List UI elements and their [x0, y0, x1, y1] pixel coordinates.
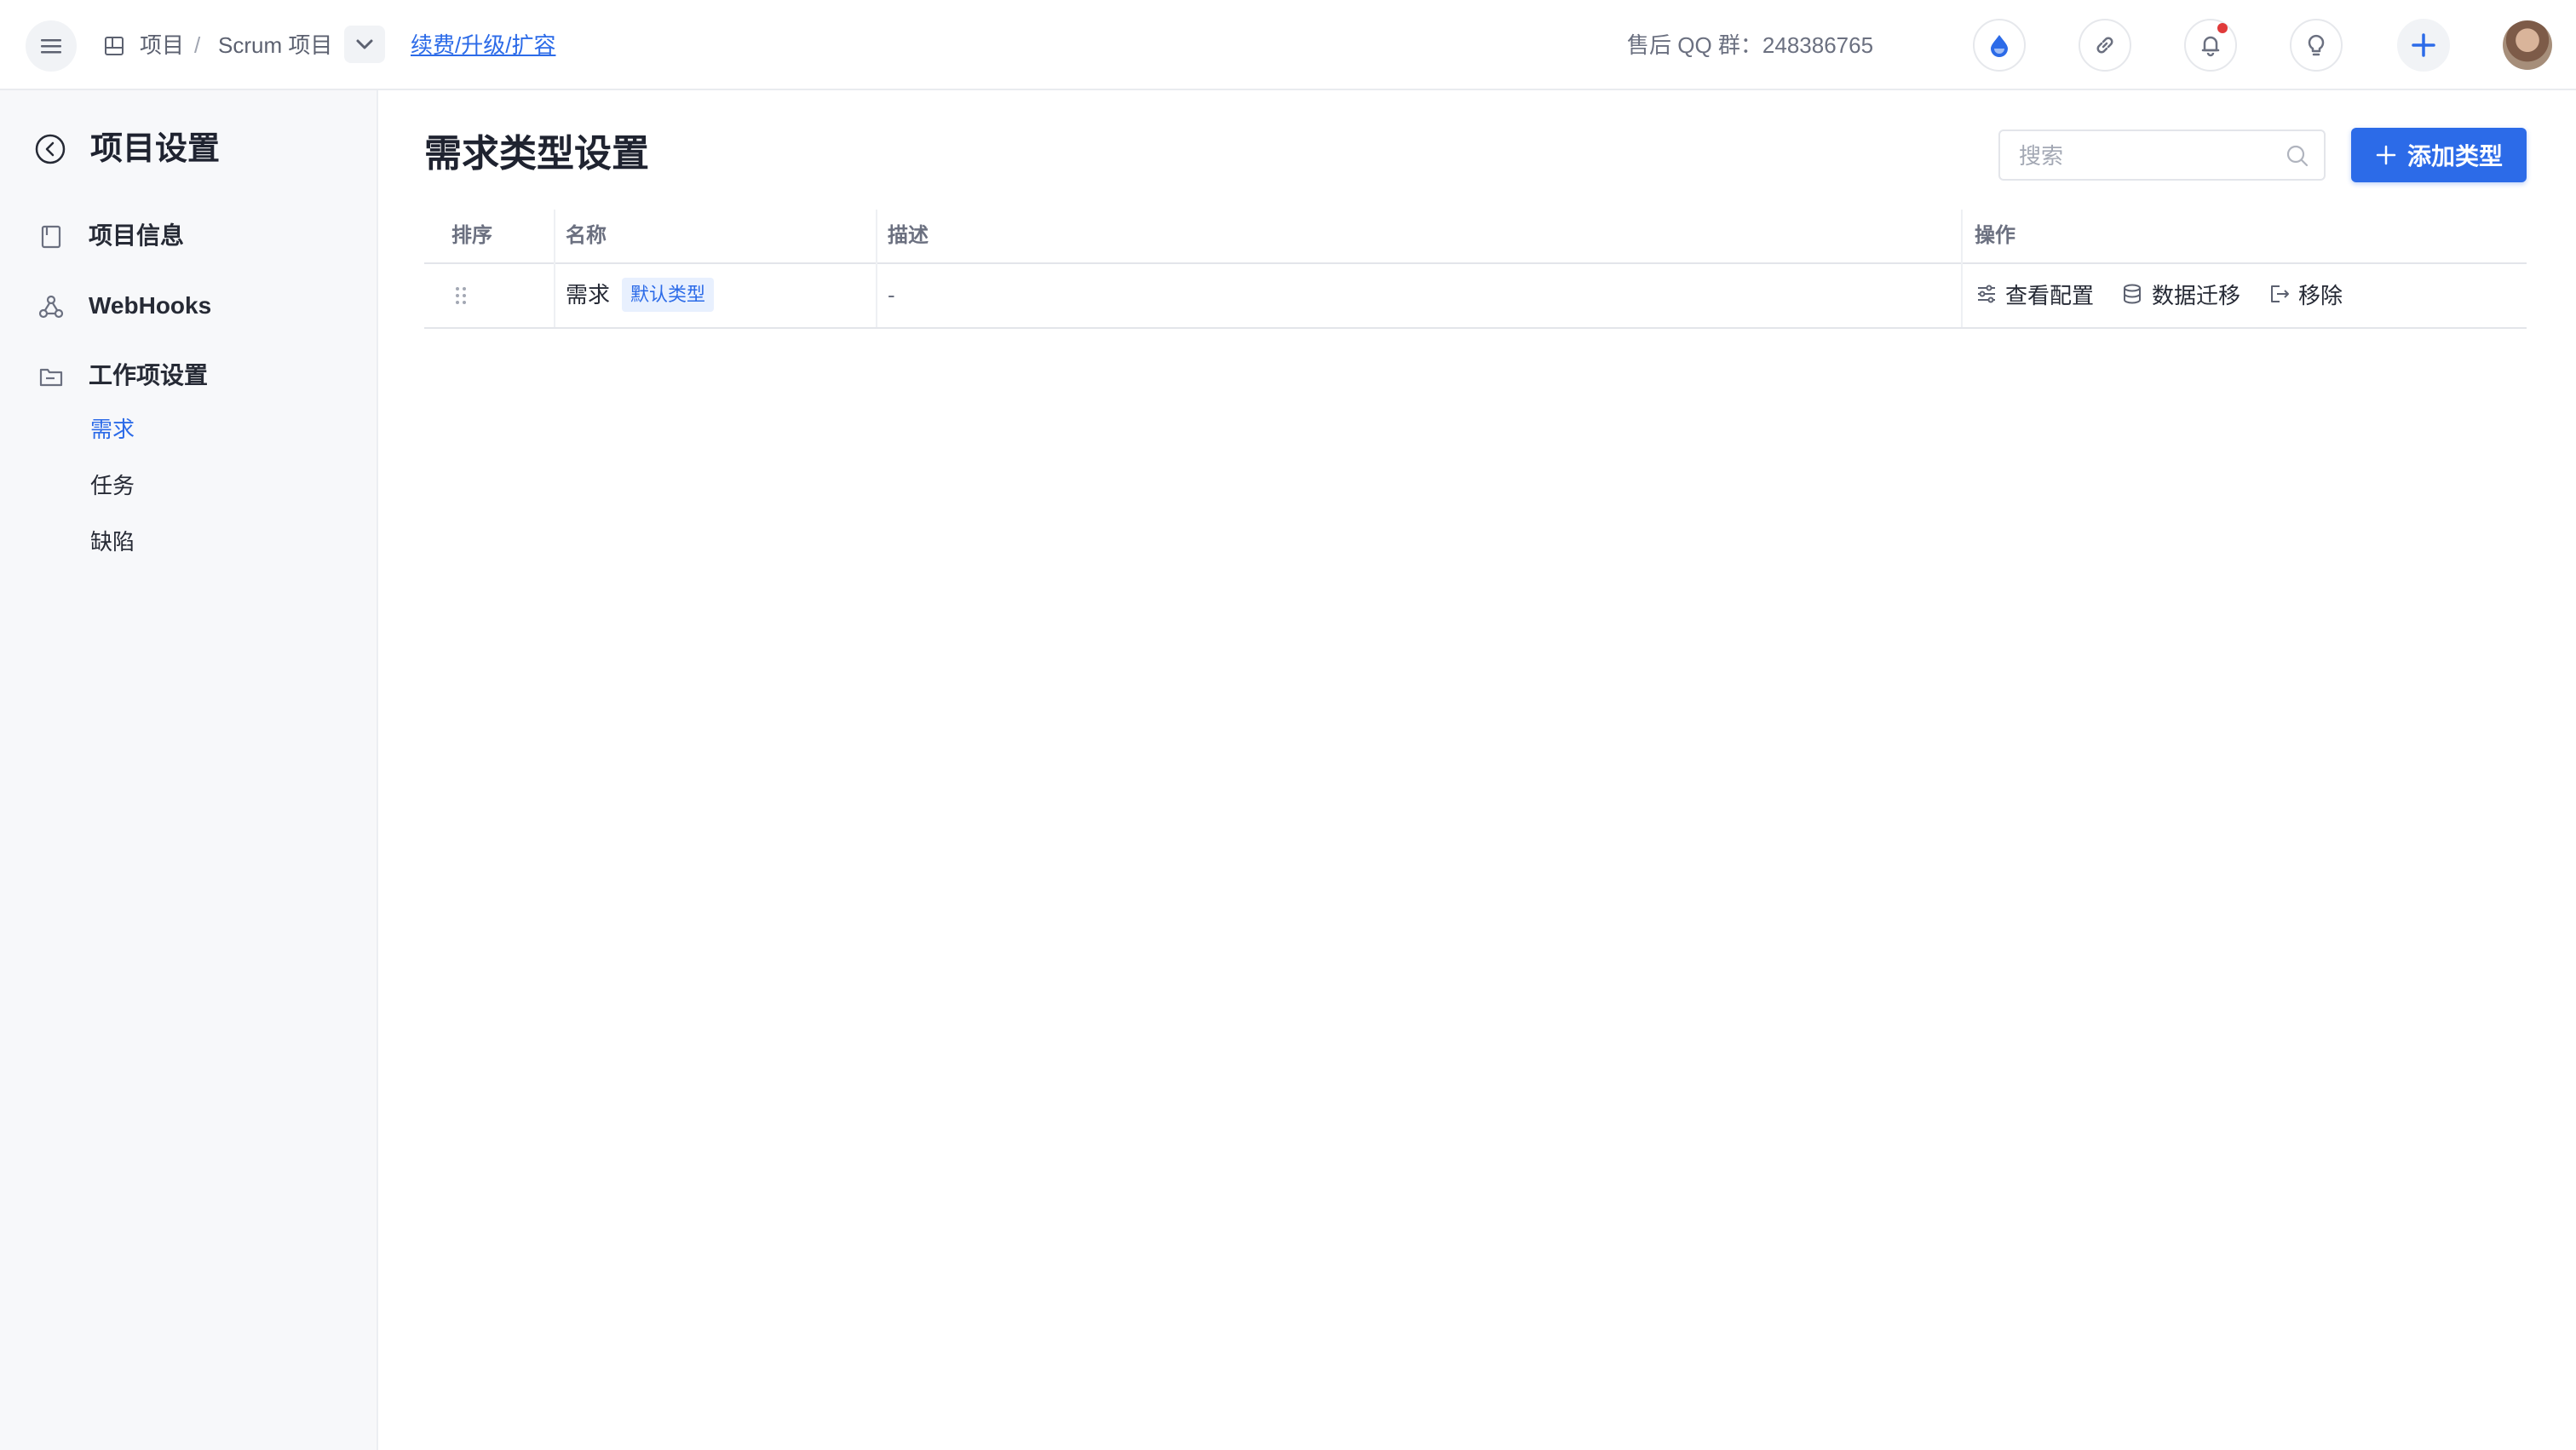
bell-icon: [2201, 36, 2220, 57]
data-migration-label: 数据迁移: [2152, 282, 2241, 308]
tips-button[interactable]: [2290, 19, 2343, 72]
notification-badge: [2217, 23, 2228, 33]
search-icon: [2286, 145, 2309, 167]
table-row: 需求 默认类型 - 查看配置 数据迁移 移除: [424, 262, 2527, 329]
search-box[interactable]: [1998, 129, 2326, 181]
breadcrumb-projects[interactable]: 项目: [140, 31, 184, 60]
notifications-button[interactable]: [2184, 19, 2237, 72]
user-avatar[interactable]: [2503, 20, 2552, 70]
default-type-tag: 默认类型: [622, 278, 715, 312]
settings-sidebar: 项目设置 项目信息 WebHooks 工作项设置 需求 任务 缺陷: [0, 90, 378, 1450]
webhook-icon: [38, 295, 64, 319]
page-title: 需求类型设置: [424, 133, 649, 175]
sidebar-item-work-item-settings[interactable]: 工作项设置: [0, 349, 377, 402]
view-config-label: 查看配置: [2005, 282, 2095, 308]
view-config-button[interactable]: 查看配置: [1975, 279, 2094, 308]
project-icon: [105, 37, 124, 55]
remove-label: 移除: [2298, 282, 2343, 308]
sidebar-item-webhooks[interactable]: WebHooks: [0, 279, 377, 332]
back-icon[interactable]: [34, 133, 66, 165]
droplet-icon: [1991, 35, 2008, 57]
plus-icon: [2412, 33, 2435, 57]
add-type-button[interactable]: 添加类型: [2351, 128, 2527, 182]
header-name: 名称: [566, 224, 607, 247]
type-description: -: [888, 282, 895, 308]
plus-icon: [2376, 145, 2396, 165]
chevron-down-icon: [356, 39, 373, 49]
sliders-icon: [1978, 285, 1995, 303]
exit-icon: [2271, 285, 2289, 302]
top-bar: 项目 / Scrum 项目 续费/升级/扩容 售后 QQ 群：248386765: [0, 0, 2576, 90]
sidebar-item-label: 工作项设置: [89, 362, 209, 388]
renew-upgrade-link[interactable]: 续费/升级/扩容: [411, 31, 555, 60]
sidebar-item-label: 项目信息: [89, 222, 185, 249]
folder-icon: [39, 368, 63, 387]
header-actions: 操作: [1975, 224, 2015, 247]
link-button[interactable]: [2079, 19, 2131, 72]
link-icon: [2096, 37, 2113, 54]
header-description: 描述: [888, 224, 929, 247]
breadcrumb-current-project[interactable]: Scrum 项目: [218, 31, 332, 60]
sidebar-subitem-requirement[interactable]: 需求: [90, 416, 135, 443]
search-input[interactable]: [2017, 140, 2276, 172]
add-type-label: 添加类型: [2406, 143, 2503, 170]
project-switcher-button[interactable]: [344, 26, 385, 63]
qq-group-text: 售后 QQ 群：248386765: [1627, 32, 1874, 58]
table-header: 排序 名称 描述 操作: [424, 210, 2527, 264]
create-button[interactable]: [2397, 19, 2450, 72]
data-migration-button[interactable]: 数据迁移: [2121, 279, 2240, 308]
hamburger-icon: [41, 39, 61, 54]
sidebar-title: 项目设置: [90, 131, 221, 167]
sidebar-subitem-defect[interactable]: 缺陷: [90, 528, 135, 555]
remove-button[interactable]: 移除: [2268, 279, 2343, 308]
sidebar-subitem-task[interactable]: 任务: [90, 472, 135, 499]
type-name: 需求: [566, 282, 611, 308]
sidebar-item-label: WebHooks: [89, 292, 212, 319]
lightbulb-icon: [2308, 34, 2325, 56]
drag-handle-icon[interactable]: [455, 286, 467, 305]
menu-button[interactable]: [26, 20, 77, 72]
water-drop-button[interactable]: [1973, 19, 2026, 72]
document-icon: [41, 225, 61, 249]
header-sort: 排序: [451, 224, 492, 247]
sidebar-item-project-info[interactable]: 项目信息: [0, 210, 377, 262]
breadcrumb-separator: /: [194, 32, 201, 58]
database-icon: [2124, 284, 2141, 304]
